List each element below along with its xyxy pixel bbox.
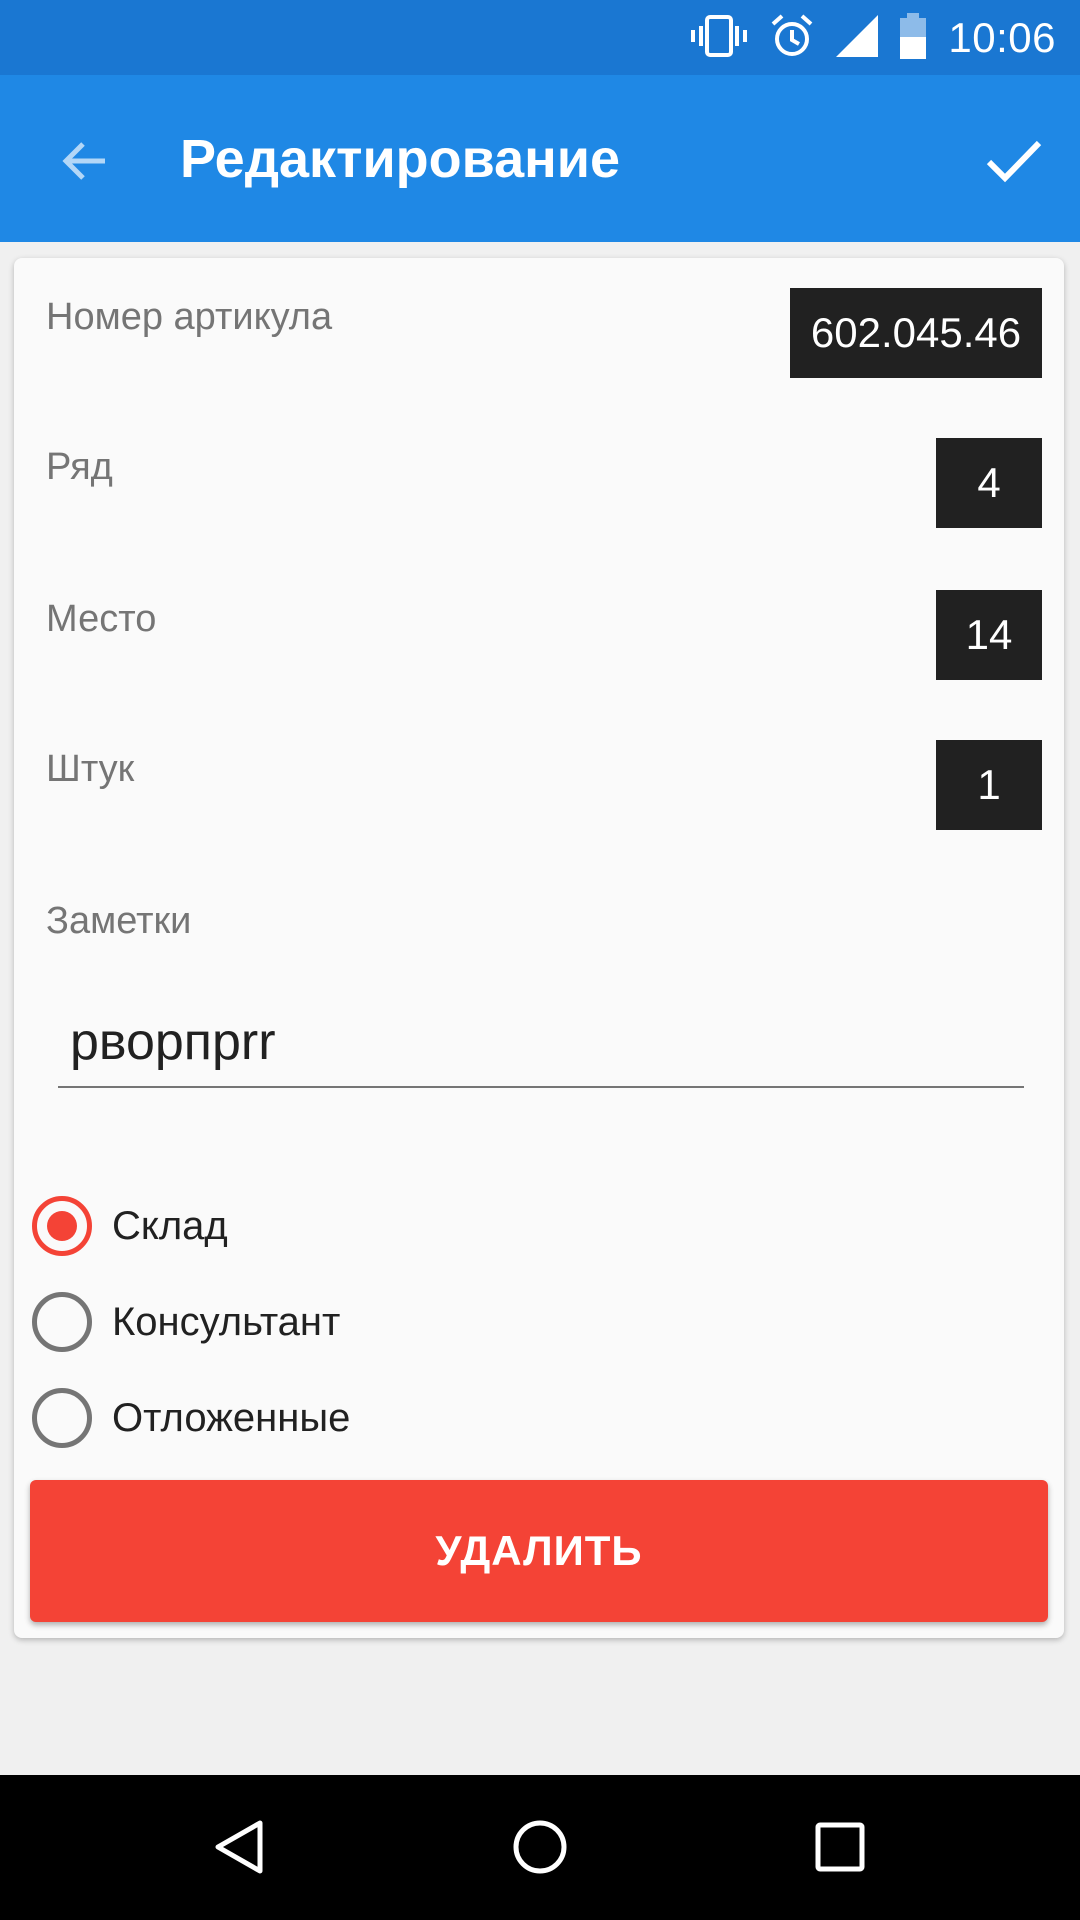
- radio-consultant[interactable]: Консультант: [32, 1282, 340, 1362]
- signal-icon: [836, 14, 879, 61]
- back-button[interactable]: [48, 125, 120, 197]
- radio-checked-icon: [32, 1196, 92, 1256]
- back-triangle-icon: [215, 1820, 263, 1874]
- notes-label: Заметки: [46, 900, 192, 942]
- delete-button[interactable]: УДАЛИТЬ: [30, 1480, 1048, 1622]
- radio-label: Отложенные: [112, 1395, 351, 1440]
- row-value[interactable]: 4: [936, 438, 1042, 528]
- home-circle-icon: [513, 1820, 567, 1874]
- check-icon: [986, 140, 1042, 183]
- radio-postponed[interactable]: Отложенные: [32, 1378, 350, 1458]
- battery-icon: [900, 12, 927, 63]
- place-label: Место: [46, 598, 157, 640]
- app-bar: Редактирование: [0, 75, 1080, 242]
- nav-back-button[interactable]: [190, 1797, 290, 1897]
- place-value[interactable]: 14: [936, 590, 1042, 680]
- status-bar: 10:06: [0, 0, 1080, 75]
- alarm-icon: [770, 13, 814, 63]
- article-value[interactable]: 602.045.46: [790, 288, 1042, 378]
- navigation-bar: [0, 1775, 1080, 1920]
- radio-unchecked-icon: [32, 1388, 92, 1448]
- recents-square-icon: [815, 1822, 865, 1872]
- vibrate-icon: [690, 13, 748, 63]
- notes-input[interactable]: [58, 998, 1024, 1088]
- save-button[interactable]: [976, 123, 1052, 199]
- row-label: Ряд: [46, 446, 113, 488]
- radio-label: Склад: [112, 1203, 228, 1248]
- edit-card: Номер артикула 602.045.46 Ряд 4 Место 14…: [14, 258, 1064, 1638]
- radio-sklad[interactable]: Склад: [32, 1186, 228, 1266]
- page-title: Редактирование: [180, 128, 621, 189]
- article-label: Номер артикула: [46, 296, 333, 338]
- radio-unchecked-icon: [32, 1292, 92, 1352]
- count-label: Штук: [46, 748, 135, 790]
- count-value[interactable]: 1: [936, 740, 1042, 830]
- radio-label: Консультант: [112, 1299, 341, 1344]
- nav-recents-button[interactable]: [790, 1797, 890, 1897]
- nav-home-button[interactable]: [490, 1797, 590, 1897]
- status-icons: 10:06: [690, 0, 1056, 75]
- arrow-back-icon: [62, 142, 105, 180]
- status-time: 10:06: [948, 13, 1056, 61]
